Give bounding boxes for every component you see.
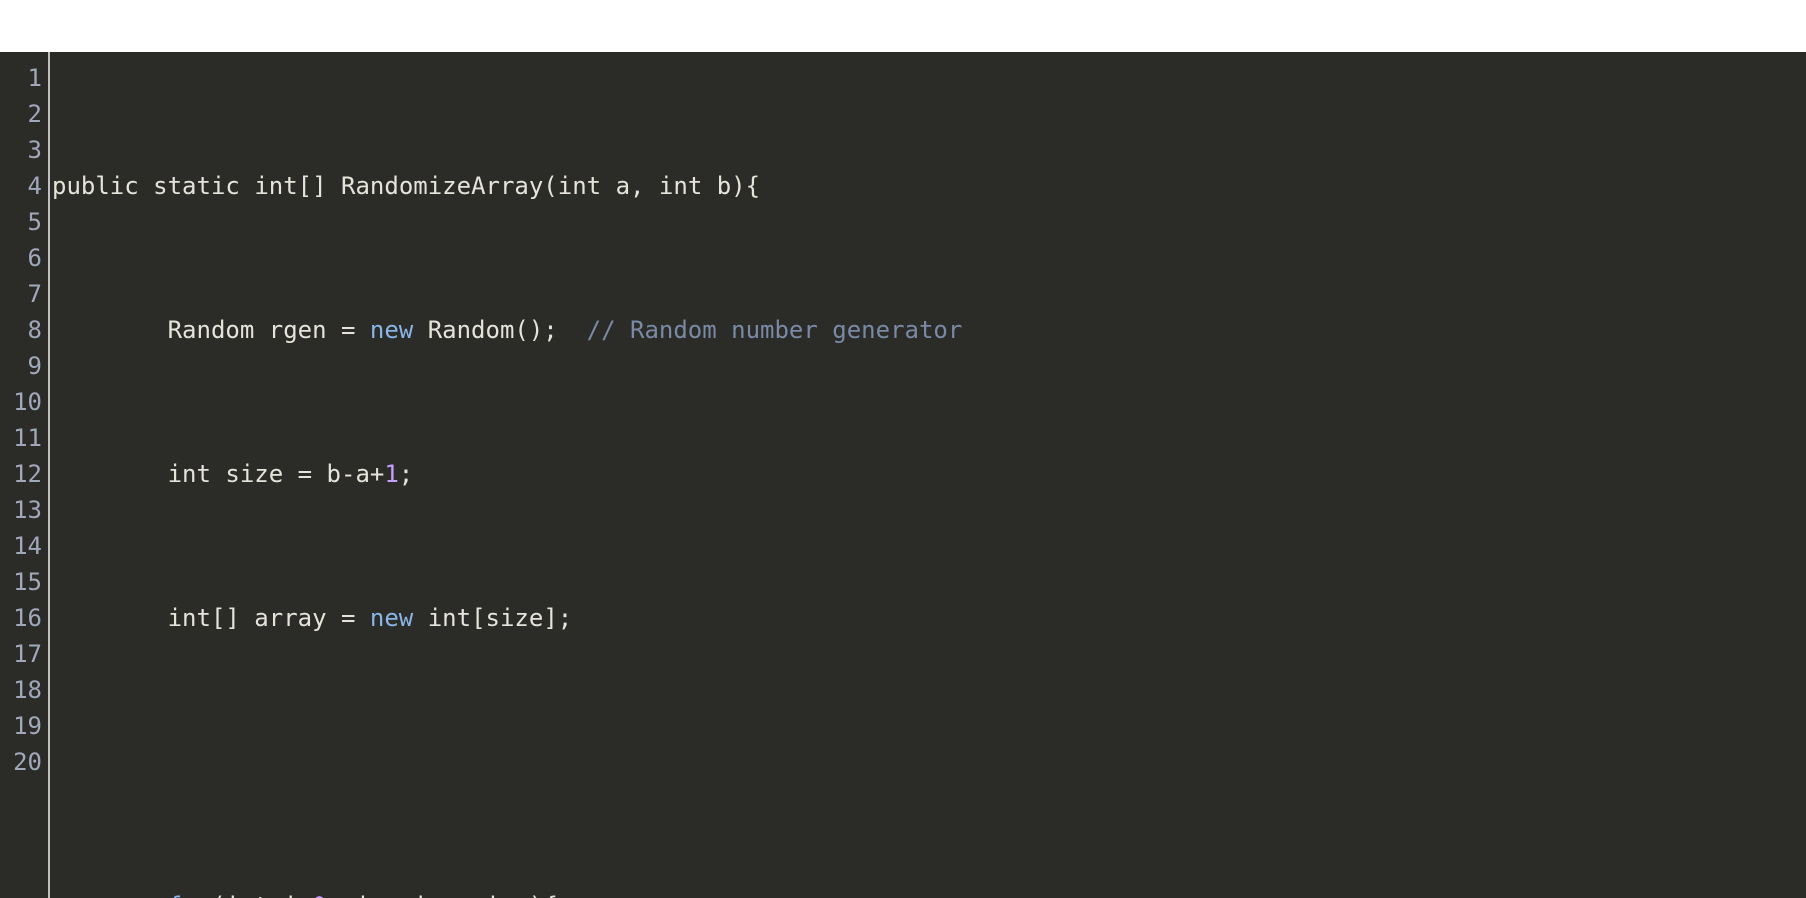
line-number: 10 (6, 384, 42, 420)
token-code: Random rgen = (168, 316, 370, 344)
token-code: [] array = (211, 604, 370, 632)
line-number: 9 (6, 348, 42, 384)
line-number: 15 (6, 564, 42, 600)
code-line[interactable]: int size = b-a+1; (52, 456, 1806, 492)
line-number-gutter: 1 2 3 4 5 6 7 8 9 10 11 12 13 14 15 16 1… (0, 52, 50, 898)
token-blank (52, 748, 66, 776)
code-line[interactable]: int[] array = new int[size]; (52, 600, 1806, 636)
token-indent (52, 316, 168, 344)
token-type: int (254, 172, 297, 200)
code-line[interactable]: for(int i=0; i< size; i++){ (52, 888, 1806, 898)
token-type: int (168, 460, 211, 488)
token-number: 1 (384, 460, 398, 488)
top-whitespace (0, 0, 1806, 52)
token-code: ; i< size; i++){ (327, 892, 558, 898)
line-number: 7 (6, 276, 42, 312)
token-type: int (428, 604, 471, 632)
token-number: 0 (312, 892, 326, 898)
line-number: 20 (6, 744, 42, 780)
token-code: [] RandomizeArray( (298, 172, 558, 200)
code-editor[interactable]: 1 2 3 4 5 6 7 8 9 10 11 12 13 14 15 16 1… (0, 52, 1806, 898)
token-code: i= (269, 892, 312, 898)
token-comment: // Random number generator (587, 316, 1093, 344)
line-number: 1 (6, 60, 42, 96)
token-keyword: public (52, 172, 139, 200)
line-number: 3 (6, 132, 42, 168)
token-code: Random(); (413, 316, 586, 344)
token-code: ; (399, 460, 413, 488)
token-space (240, 172, 254, 200)
token-indent (52, 892, 168, 898)
token-indent (52, 460, 168, 488)
token-code: size = b-a+ (211, 460, 384, 488)
token-keyword: for (168, 892, 211, 898)
token-code: b){ (702, 172, 760, 200)
line-number: 19 (6, 708, 42, 744)
token-keyword: static (153, 172, 240, 200)
token-keyword: new (370, 604, 413, 632)
code-line[interactable] (52, 744, 1806, 780)
line-number: 2 (6, 96, 42, 132)
code-area[interactable]: public static int[] RandomizeArray(int a… (50, 52, 1806, 898)
token-type: int (168, 604, 211, 632)
line-number: 17 (6, 636, 42, 672)
line-number: 8 (6, 312, 42, 348)
token-space (139, 172, 153, 200)
token-code: ( (211, 892, 225, 898)
token-type: int (558, 172, 601, 200)
token-code: a, (601, 172, 659, 200)
token-space (413, 604, 427, 632)
token-type: int (225, 892, 268, 898)
token-indent (52, 604, 168, 632)
code-line[interactable]: public static int[] RandomizeArray(int a… (52, 168, 1806, 204)
code-line[interactable]: Random rgen = new Random(); // Random nu… (52, 312, 1806, 348)
token-type: int (659, 172, 702, 200)
line-number: 13 (6, 492, 42, 528)
token-code: [size]; (471, 604, 572, 632)
line-number: 12 (6, 456, 42, 492)
line-number: 4 (6, 168, 42, 204)
line-number: 18 (6, 672, 42, 708)
line-number: 11 (6, 420, 42, 456)
line-number: 14 (6, 528, 42, 564)
line-number: 6 (6, 240, 42, 276)
token-keyword: new (370, 316, 413, 344)
line-number: 16 (6, 600, 42, 636)
line-number: 5 (6, 204, 42, 240)
